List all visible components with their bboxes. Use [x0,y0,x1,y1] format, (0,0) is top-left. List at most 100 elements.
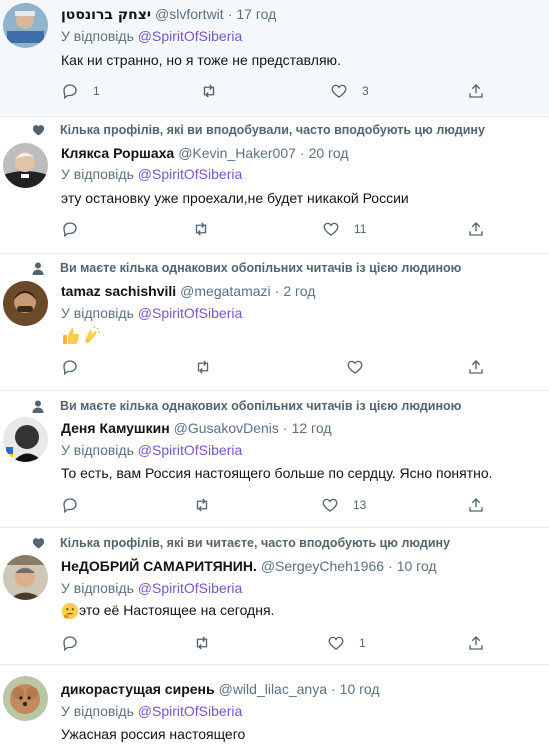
heart-icon [328,636,344,650]
handle[interactable]: @Kevin_Haker007 [178,145,296,161]
tweet-text: То есть, вам Россия настоящего больше по… [61,465,493,481]
separator-dot: · [299,145,305,161]
tweet-actions: 13 [61,496,531,516]
display-name[interactable]: Деня Камушкин [61,420,170,436]
retweet-icon [196,498,208,512]
retweet-button[interactable] [193,358,227,376]
like-count: 11 [354,222,367,236]
heart-icon [30,123,46,137]
reply-icon [63,360,77,376]
avatar[interactable] [3,555,48,600]
reply-button[interactable]: 1 [61,82,100,100]
reply-button[interactable] [61,358,93,376]
retweet-icon [197,360,209,374]
share-button[interactable] [467,358,485,376]
thumbs-up-emoji [63,328,80,344]
separator-dot: · [388,558,393,574]
reply-mention-link[interactable]: @SpiritOfSiberia [138,442,242,458]
timestamp[interactable]: 10 год [397,558,437,574]
separator-dot: · [227,6,233,22]
tweet-header: Деня Камушкин @GusakovDenis · 12 год [61,420,332,436]
social-context: Ви маєте кілька однакових обопільних чит… [30,261,461,275]
share-button[interactable] [467,496,485,514]
timestamp[interactable]: 12 год [292,420,332,436]
social-context-text: Кілька профілів, які ви вподобували, час… [60,123,485,137]
reply-context: У відповідь @SpiritOfSiberia [61,580,242,596]
reply-count: 1 [93,84,100,98]
like-button[interactable]: 11 [322,220,366,238]
tweet[interactable]: Кілька профілів, які ви читаєте, часто в… [0,528,549,665]
like-button[interactable]: 13 [321,496,366,514]
reply-button[interactable] [61,220,93,238]
share-button[interactable] [467,220,485,238]
tweet[interactable]: יצחק ברונסטן @slvfortwit · 17 год У відп… [0,0,549,117]
display-name[interactable]: дикорастущая сирень [61,681,215,697]
share-icon [469,498,483,512]
reply-button[interactable] [61,496,93,514]
heart-icon [30,536,46,550]
person-icon [30,399,46,413]
handle[interactable]: @SergeyCheh1966 [261,558,384,574]
avatar[interactable] [3,281,48,326]
retweet-button[interactable] [191,220,225,238]
like-button[interactable]: 3 [330,82,369,100]
handle[interactable]: @wild_lilac_anya [219,681,327,697]
reply-mention-link[interactable]: @SpiritOfSiberia [138,703,242,719]
like-button[interactable] [346,358,378,376]
reply-mention-link[interactable]: @SpiritOfSiberia [138,166,242,182]
retweet-icon [196,636,208,650]
tweet-actions: 1 [61,634,531,654]
timestamp[interactable]: 20 год [309,145,349,161]
retweet-button[interactable] [192,634,226,652]
social-context-text: Кілька профілів, які ви читаєте, часто в… [60,536,451,550]
display-name[interactable]: יצחק ברונסטן [61,7,151,23]
separator-dot: · [282,420,288,436]
social-context-text: Ви маєте кілька однакових обопільних чит… [60,261,462,275]
timestamp[interactable]: 17 год [236,6,276,22]
reply-mention-link[interactable]: @SpiritOfSiberia [138,305,242,321]
tweet[interactable]: Ви маєте кілька однакових обопільних чит… [0,391,549,528]
retweet-button[interactable] [199,82,233,100]
timestamp[interactable]: 10 год [340,681,380,697]
avatar[interactable] [3,143,48,188]
share-icon [469,222,483,236]
reply-icon [63,222,77,238]
handle[interactable]: @GusakovDenis [174,420,279,436]
reply-context: У відповідь @SpiritOfSiberia [61,166,242,182]
retweet-button[interactable] [192,496,226,514]
display-name[interactable]: Клякса Роршаха [61,145,174,161]
share-button[interactable] [467,82,485,100]
avatar[interactable] [3,3,48,48]
reply-mention-link[interactable]: @SpiritOfSiberia [138,28,242,44]
reply-prefix: У відповідь [61,305,134,321]
reply-mention-link[interactable]: @SpiritOfSiberia [138,580,242,596]
avatar[interactable] [3,676,48,721]
reply-prefix: У відповідь [61,703,134,719]
display-name[interactable]: НеДОБРИЙ САМАРИТЯНИН. [61,558,257,574]
reply-icon [63,498,77,514]
reply-icon [63,636,77,652]
heart-icon [347,360,363,374]
reply-prefix: У відповідь [61,442,134,458]
avatar[interactable] [3,417,48,462]
like-count: 1 [359,636,366,650]
tweet-text: эту остановку уже проехали,не будет ника… [61,190,409,206]
tweet-text: это её Настоящее на сегодня. [61,602,274,620]
tweet-header: יצחק ברונסטן @slvfortwit · 17 год [61,6,276,23]
social-context: Кілька профілів, які ви вподобували, час… [30,123,485,137]
share-button[interactable] [467,634,485,652]
handle[interactable]: @slvfortwit [155,6,224,22]
like-count: 3 [362,84,369,98]
display-name[interactable]: tamaz sachishvili [61,283,176,299]
tweet[interactable]: Кілька профілів, які ви вподобували, час… [0,117,549,254]
like-button[interactable]: 1 [327,634,366,652]
tweet[interactable]: дикорастущая сирень @wild_lilac_anya · 1… [0,665,549,746]
like-count: 13 [353,498,367,512]
retweet-icon [195,222,207,236]
handle[interactable]: @megatamazi [180,283,270,299]
social-context: Ви маєте кілька однакових обопільних чит… [30,399,461,413]
tweet-header: дикорастущая сирень @wild_lilac_anya · 1… [61,681,380,697]
tweet[interactable]: Ви маєте кілька однакових обопільних чит… [0,254,549,391]
timestamp[interactable]: 2 год [283,283,315,299]
reply-button[interactable] [61,634,93,652]
